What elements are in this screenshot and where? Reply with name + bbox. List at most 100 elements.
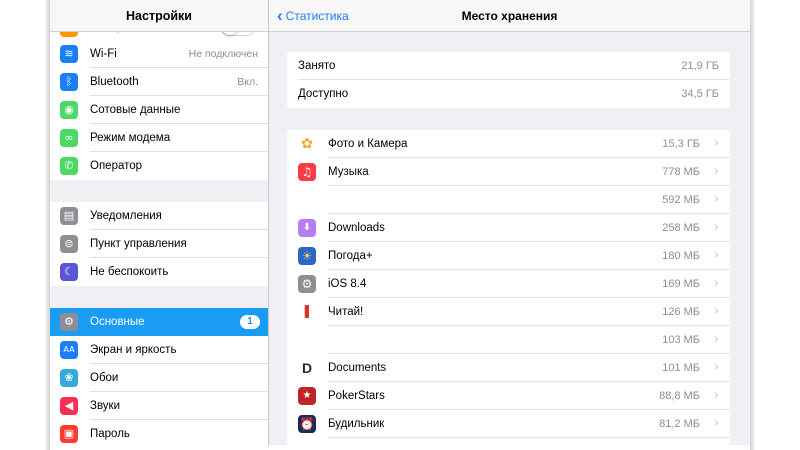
settings-item-label: Пароль [90, 428, 130, 440]
app-size: 101 МБ [662, 362, 700, 374]
app-name: Музыка [328, 166, 369, 178]
list-item[interactable]: ⚙ iOS 8.4 169 МБ › [287, 270, 730, 298]
app-size: 103 МБ [662, 334, 700, 346]
chevron-right-icon: › [713, 248, 719, 263]
settings-title: Настройки [50, 0, 268, 32]
books-icon: ❚ [298, 303, 316, 321]
chevron-right-icon: › [713, 276, 719, 291]
storage-used-value: 21,9 ГБ [681, 60, 719, 72]
storage-pane: ‹ Статистика Место хранения Занято 21,9 Г… [269, 0, 750, 445]
control-center-icon: ⊜ [60, 235, 78, 253]
app-name: Documents [328, 362, 387, 374]
app-size: 592 МБ [662, 194, 700, 206]
app-size: 15,3 ГБ [662, 138, 700, 150]
settings-item-hotspot[interactable]: ∞ Режим модема [50, 124, 268, 152]
hotspot-icon: ∞ [60, 129, 78, 147]
music-icon: ♫ [298, 163, 316, 181]
app-size: 126 МБ [662, 306, 700, 318]
list-item[interactable]: 103 МБ › [287, 326, 730, 354]
chevron-right-icon: › [713, 164, 719, 179]
settings-item-label: Оператор [90, 160, 143, 172]
settings-item-label: Обои [90, 372, 119, 384]
settings-item-label: Режим модема [90, 132, 171, 144]
page-title: Место хранения [461, 9, 558, 23]
app-size: 81,2 МБ [659, 418, 700, 430]
settings-item-bluetooth[interactable]: ᛒ Bluetooth Вкл. [50, 68, 268, 96]
list-item[interactable]: D Documents 101 МБ › [287, 354, 730, 382]
settings-item-control-center[interactable]: ⊜ Пункт управления [50, 230, 268, 258]
settings-item-label: Основные [90, 316, 145, 328]
app-size: 169 МБ [662, 278, 700, 290]
wallpaper-icon: ❀ [60, 369, 78, 387]
pokerstars-icon: ★ [298, 387, 316, 405]
settings-item-label: Уведомления [90, 210, 162, 222]
settings-item-label: Звуки [90, 400, 121, 412]
cellular-icon: ◉ [60, 101, 78, 119]
apps-list: ✿ Фото и Камера 15,3 ГБ › ♫ Музыка 778 М… [287, 130, 730, 445]
moon-icon: ☾ [60, 263, 78, 281]
app-name: Погода+ [328, 250, 373, 262]
settings-item-label: Wi-Fi [90, 48, 117, 60]
chevron-right-icon: › [713, 332, 719, 347]
settings-item-general[interactable]: ⚙ Основные 1 [50, 308, 268, 336]
chevron-right-icon: › [713, 304, 719, 319]
bluetooth-icon: ᛒ [60, 73, 78, 91]
chevron-right-icon: › [713, 416, 719, 431]
settings-sidebar: Настройки ✈ Авиарежим ≋ Wi-Fi Не подключ… [50, 0, 268, 445]
storage-used-row: Занято 21,9 ГБ [287, 52, 730, 80]
list-item[interactable]: ★ PokerStars 88,8 МБ › [287, 382, 730, 410]
list-item[interactable]: ☀ Погода+ 180 МБ › [287, 242, 730, 270]
settings-item-label: Экран и яркость [90, 344, 177, 356]
wifi-status: Не подключен [188, 48, 258, 60]
list-item[interactable]: 592 МБ › [287, 186, 730, 214]
chevron-right-icon: › [713, 192, 719, 207]
app-size: 88,8 МБ [659, 390, 700, 402]
app-size: 180 МБ [662, 250, 700, 262]
ios-settings-icon: ⚙ [298, 275, 316, 293]
photos-icon: ✿ [298, 135, 316, 153]
storage-navbar: ‹ Статистика Место хранения [269, 0, 750, 32]
settings-item-label: Bluetooth [90, 76, 139, 88]
bluetooth-status: Вкл. [237, 76, 258, 88]
settings-item-display[interactable]: AA Экран и яркость [50, 336, 268, 364]
chevron-right-icon: › [713, 220, 719, 235]
chevron-right-icon: › [713, 360, 719, 375]
wifi-icon: ≋ [60, 45, 78, 63]
list-item[interactable]: ✿ Фото и Камера 15,3 ГБ › [287, 130, 730, 158]
lock-icon: ▣ [60, 425, 78, 443]
downloads-icon: ⬇ [298, 219, 316, 237]
list-item[interactable]: ❚ Читай! 126 МБ › [287, 298, 730, 326]
list-item[interactable]: ♫ Музыка 778 МБ › [287, 158, 730, 186]
settings-item-wifi[interactable]: ≋ Wi-Fi Не подключен [50, 40, 268, 68]
app-size: 778 МБ [662, 166, 700, 178]
settings-item-carrier[interactable]: ✆ Оператор [50, 152, 268, 180]
settings-item-cellular[interactable]: ◉ Сотовые данные [50, 96, 268, 124]
storage-available-label: Доступно [298, 88, 349, 100]
app-size: 258 МБ [662, 222, 700, 234]
settings-item-sounds[interactable]: ◀ Звуки [50, 392, 268, 420]
ipad-screen: Настройки ✈ Авиарежим ≋ Wi-Fi Не подключ… [50, 0, 750, 445]
storage-used-label: Занято [298, 60, 336, 72]
app-name: Читай! [328, 306, 364, 318]
storage-available-value: 34,5 ГБ [681, 88, 719, 100]
alarm-icon: ⏰ [298, 415, 316, 433]
settings-item-passcode[interactable]: ▣ Пароль [50, 420, 268, 445]
chevron-right-icon: › [713, 388, 719, 403]
app-name: iOS 8.4 [328, 278, 367, 290]
app-name: PokerStars [328, 390, 385, 402]
storage-available-row: Доступно 34,5 ГБ [287, 80, 730, 108]
list-item[interactable]: ⬇ Downloads 258 МБ › [287, 214, 730, 242]
settings-item-wallpaper[interactable]: ❀ Обои [50, 364, 268, 392]
chevron-right-icon: › [713, 136, 719, 151]
screen-shadow-right [750, 0, 756, 450]
settings-item-notifications[interactable]: ▤ Уведомления [50, 202, 268, 230]
app-name: Будильник [328, 418, 385, 430]
list-item[interactable]: ⏰ Будильник 81,2 МБ › [287, 410, 730, 438]
settings-item-dnd[interactable]: ☾ Не беспокоить [50, 258, 268, 286]
speaker-icon: ◀ [60, 397, 78, 415]
update-badge: 1 [240, 315, 260, 329]
notifications-icon: ▤ [60, 207, 78, 225]
documents-icon: D [298, 359, 316, 377]
app-name: Фото и Камера [328, 138, 408, 150]
gear-icon: ⚙ [60, 313, 78, 331]
